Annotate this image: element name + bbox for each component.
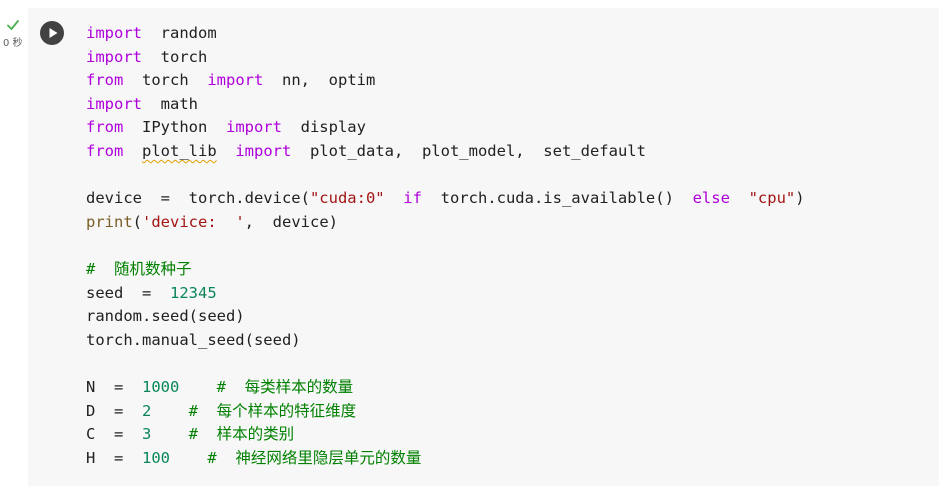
code-token: D = (86, 401, 142, 420)
notebook-page: 0 秒 import random import torch from torch … (0, 0, 939, 486)
code-token: import (86, 24, 142, 42)
code-token: from (86, 71, 124, 90)
code-cell[interactable]: import random import torch from torch impo… (28, 8, 939, 486)
code-line: N = 1000 # 每类样本的数量 (86, 376, 353, 398)
cell-gutter: 0 秒 (0, 0, 28, 486)
code-token: torch (142, 47, 208, 66)
code-line: torch.manual_seed(seed) (86, 329, 301, 351)
checkmark-icon (7, 20, 19, 30)
code-token: print (86, 212, 133, 231)
code-token: plot_data, plot_model, set_default (291, 142, 646, 160)
code-token: import (86, 47, 142, 66)
code-line: seed = 12345 (86, 282, 217, 304)
code-token: from (86, 142, 124, 160)
code-line: from IPython import display (86, 116, 366, 138)
code-token: import (207, 71, 264, 90)
run-cell-button[interactable] (40, 21, 64, 45)
code-token: 12345 (170, 283, 217, 302)
code-token: import (86, 94, 142, 113)
code-token: seed = (86, 283, 170, 302)
code-token: else (692, 189, 730, 208)
code-token: torch.manual_seed(seed) (86, 330, 301, 349)
code-token: import (225, 118, 282, 137)
code-token: device = torch.device( (86, 189, 310, 208)
code-line: import torch (86, 46, 207, 68)
code-token: 2 (142, 401, 152, 420)
code-token: IPython (123, 118, 226, 137)
code-token: ) (795, 189, 805, 208)
code-token: 1000 (142, 378, 180, 396)
code-token: # 每个样本的特征维度 (188, 401, 357, 420)
code-token: # 神经网络里隐层单元的数量 (207, 448, 422, 467)
code-token: random.seed(seed) (86, 307, 245, 326)
play-icon (49, 28, 58, 38)
code-token: # 样本的类别 (188, 425, 295, 444)
code-token: H = (86, 448, 142, 467)
code-token: nn, optim (263, 71, 376, 90)
code-token: ( (132, 212, 143, 231)
code-token: , device) (244, 212, 338, 231)
code-token: 'device: ' (142, 212, 245, 231)
code-token: # 随机数种子 (86, 260, 192, 278)
code-line: C = 3 # 样本的类别 (86, 423, 294, 445)
code-token: plot_lib (142, 142, 217, 160)
code-token: "cpu" (748, 189, 796, 208)
code-line: print('device: ', device) (86, 211, 338, 233)
code-token: "cuda:0" (309, 189, 385, 208)
code-line: from plot_lib import plot_data, plot_mod… (86, 140, 646, 162)
code-line: from torch import nn, optim (86, 69, 375, 91)
code-token: torch (123, 71, 208, 90)
code-token: N = (86, 378, 142, 396)
code-line: import random (86, 22, 217, 44)
code-token: if (403, 189, 422, 208)
code-token: # 每类样本的数量 (216, 378, 354, 396)
code-token: math (142, 94, 198, 113)
code-token: from (86, 118, 124, 137)
code-line: random.seed(seed) (86, 305, 245, 327)
code-token: torch.cuda.is_available() (421, 189, 693, 208)
code-line: # 随机数种子 (86, 258, 192, 280)
code-token: random (142, 24, 217, 42)
code-token: 3 (142, 425, 152, 444)
code-token: import (235, 142, 292, 160)
code-line: H = 100 # 神经网络里隐层单元的数量 (86, 447, 421, 469)
code-line: device = torch.device("cuda:0" if torch.… (86, 187, 805, 209)
code-token: 100 (142, 448, 170, 467)
code-token: C = (86, 425, 142, 444)
code-token: display (281, 118, 366, 137)
code-line: import math (86, 93, 198, 115)
code-line: D = 2 # 每个样本的特征维度 (86, 400, 356, 422)
execution-time: 0 秒 (3, 38, 23, 49)
